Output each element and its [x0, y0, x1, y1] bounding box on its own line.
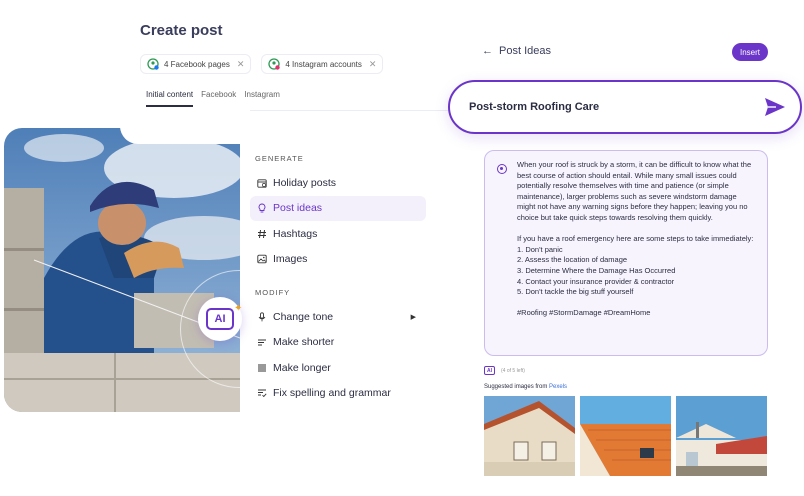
result-step: 1. Don't panic [517, 244, 563, 254]
result-step: 4. Contact your insurance provider & con… [517, 276, 675, 286]
usage-row: AI (4 of 5 left) [484, 366, 525, 375]
suggested-images [484, 396, 767, 476]
lengthen-icon [258, 364, 266, 372]
result-intro: If you have a roof emergency here are so… [517, 234, 754, 244]
select-radio[interactable] [497, 164, 507, 174]
tab-facebook[interactable]: Facebook [201, 90, 236, 107]
content-tabs: Initial content Facebook Instagram [146, 90, 280, 107]
usage-count: (4 of 5 left) [501, 367, 525, 374]
image-icon [257, 255, 267, 264]
menu-item-label: Change tone [273, 310, 334, 323]
suggested-prefix: Suggested images from [484, 384, 550, 390]
result-step: 5. Don't tackle the big stuff yourself [517, 287, 634, 297]
menu-item-label: Hashtags [273, 227, 318, 240]
modify-heading: MODIFY [255, 288, 291, 297]
suggested-image[interactable] [580, 396, 671, 476]
result-paragraph: When your roof is struck by a storm, it … [517, 160, 752, 222]
instagram-accounts-chip[interactable]: 4 Instagram accounts ✕ [261, 54, 384, 74]
sparkle-icon: ✦ [234, 303, 243, 314]
submenu-arrow-icon: ▶ [410, 313, 416, 321]
tab-initial-content[interactable]: Initial content [146, 90, 194, 107]
ai-badge-label: AI [206, 308, 234, 330]
send-icon[interactable] [764, 97, 786, 117]
result-hashtags: #Roofing #StormDamage #DreamHome [517, 308, 651, 318]
insert-button[interactable]: Insert [732, 43, 768, 61]
menu-item-label: Post ideas [273, 202, 323, 215]
suggested-images-label: Suggested images from Pexels [484, 384, 567, 390]
remove-chip-icon[interactable]: ✕ [369, 59, 377, 70]
menu-item-label: Make shorter [273, 336, 335, 349]
menu-spacer [250, 272, 426, 282]
roofer-image [4, 128, 240, 412]
menu-item-post-ideas[interactable]: Post ideas [250, 195, 426, 221]
result-steps: 1. Don't panic 2. Assess the location of… [517, 245, 757, 298]
menu-item-label: Images [273, 253, 308, 266]
prompt-text: Post-storm Roofing Care [469, 101, 600, 113]
menu-item-fix-spelling[interactable]: Fix spelling and grammar [250, 381, 426, 407]
page-title: Create post [140, 22, 223, 39]
microphone-icon [258, 312, 266, 322]
shorten-icon [258, 339, 266, 346]
post-idea-text: When your roof is struck by a storm, it … [517, 160, 757, 319]
menu-item-hashtags[interactable]: Hashtags [250, 221, 426, 247]
suggested-image[interactable] [484, 396, 575, 476]
menu-item-label: Fix spelling and grammar [273, 387, 391, 400]
menu-item-make-longer[interactable]: Make longer [250, 355, 426, 381]
menu-item-holiday-posts[interactable]: Holiday posts [250, 170, 426, 196]
pexels-link[interactable]: Pexels [549, 384, 567, 390]
hashtag-icon [258, 229, 266, 238]
back-arrow-icon[interactable]: ← [482, 45, 493, 57]
tab-instagram[interactable]: Instagram [244, 90, 280, 107]
facebook-accounts-chip[interactable]: 4 Facebook pages ✕ [140, 54, 252, 74]
prompt-input[interactable]: Post-storm Roofing Care [448, 80, 802, 134]
post-ideas-title: Post Ideas [499, 45, 551, 57]
result-step: 3. Determine Where the Damage Has Occurr… [517, 265, 676, 275]
ai-mini-icon: AI [484, 366, 495, 375]
instagram-account-icon [268, 58, 281, 70]
menu-item-make-shorter[interactable]: Make shorter [250, 330, 426, 356]
menu-item-label: Holiday posts [273, 176, 337, 189]
menu-item-label: Make longer [273, 361, 331, 374]
menu-item-change-tone[interactable]: Change tone ▶ [250, 304, 426, 330]
generate-heading: GENERATE [255, 154, 304, 163]
ai-assistant-menu: GENERATE Holiday posts Post ideas Hashta… [250, 148, 426, 406]
account-chips: 4 Facebook pages ✕ 4 Instagram accounts … [140, 54, 384, 74]
worker-photo [4, 128, 240, 412]
chip-label: 4 Instagram accounts [285, 59, 362, 69]
spellcheck-icon [258, 389, 267, 398]
lightbulb-icon [258, 203, 266, 213]
suggested-image[interactable] [676, 396, 767, 476]
post-ideas-header: ← Post Ideas [482, 45, 551, 57]
panel-corner [120, 110, 250, 144]
calendar-icon [257, 179, 267, 188]
menu-item-images[interactable]: Images [250, 247, 426, 273]
post-idea-card[interactable]: When your roof is struck by a storm, it … [484, 150, 768, 356]
result-step: 2. Assess the location of damage [517, 255, 628, 265]
chip-label: 4 Facebook pages [164, 59, 230, 69]
facebook-account-icon [147, 58, 159, 70]
remove-chip-icon[interactable]: ✕ [237, 59, 245, 70]
